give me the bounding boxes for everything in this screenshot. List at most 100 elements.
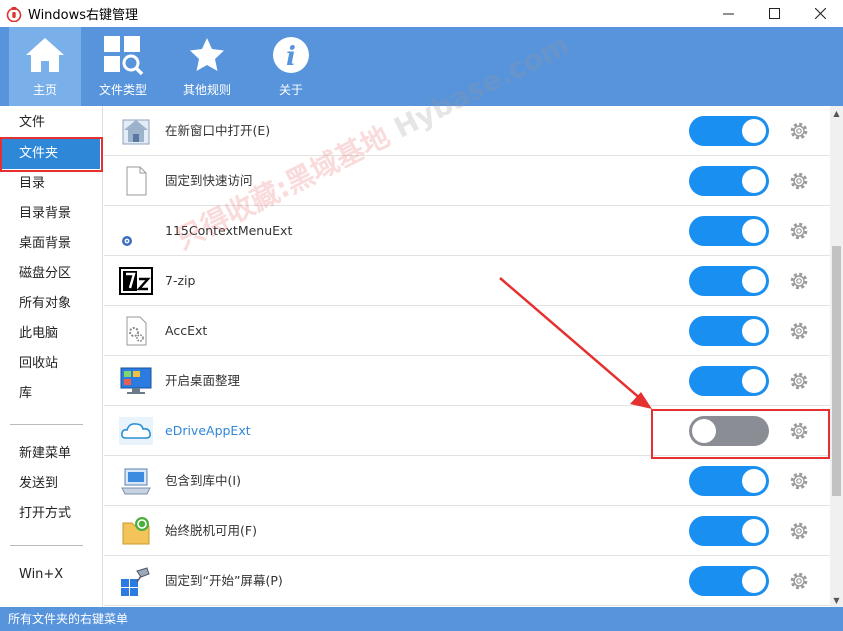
enable-toggle[interactable] [689,466,769,496]
minimize-button[interactable] [705,0,751,27]
toggle-knob [692,419,716,443]
list-item: 在新窗口中打开(E) [104,106,830,156]
maximize-button[interactable] [751,0,797,27]
tab-about-label: 关于 [278,83,303,97]
title-bar: Windows右键管理 [0,0,843,27]
sidebar-item-new-menu[interactable]: 新建菜单 [0,439,103,469]
sidebar-item-open-with[interactable]: 打开方式 [0,499,103,529]
item-label: eDriveAppExt [165,423,251,438]
toggle-knob [742,119,766,143]
enable-toggle[interactable] [689,366,769,396]
item-label: 开启桌面整理 [165,373,241,388]
svg-text:i: i [286,42,296,72]
status-bar: 所有文件夹的右键菜单 [0,607,843,631]
context-menu-list: 在新窗口中打开(E) 固定到快速访问 115ContextMenuExt 7-z… [104,106,830,607]
close-icon [814,8,826,19]
enable-toggle[interactable] [689,416,769,446]
house-window-icon [122,119,150,145]
sidebar-divider [10,545,83,546]
info-icon: i [273,37,309,73]
gear-icon[interactable] [788,520,810,542]
list-item: 包含到库中(I) [104,456,830,506]
tab-about[interactable]: i 关于 [249,27,333,106]
gear-icon[interactable] [788,220,810,242]
blank-file-icon [126,166,147,196]
sidebar-item-send-to[interactable]: 发送到 [0,469,103,499]
list-item: 固定到快速访问 [104,156,830,206]
toggle-knob [742,469,766,493]
enable-toggle[interactable] [689,566,769,596]
library-icon [121,468,151,495]
item-label: AccExt [165,323,208,338]
item-label: 固定到“开始”屏幕(P) [165,573,283,588]
sidebar-item-folder[interactable]: 文件夹 [2,139,100,169]
main-toolbar: 主页 文件类型 其他规则 i 关于 [0,27,843,106]
item-label: 包含到库中(I) [165,473,241,488]
enable-toggle[interactable] [689,316,769,346]
tab-file-types[interactable]: 文件类型 [81,27,165,106]
toggle-knob [742,319,766,343]
sidebar-item-disk-partition[interactable]: 磁盘分区 [0,259,103,289]
sidebar-item-library[interactable]: 库 [0,379,103,409]
list-item: 始终脱机可用(F) [104,506,830,556]
enable-toggle[interactable] [689,166,769,196]
item-label: 固定到快速访问 [165,173,253,188]
scroll-thumb[interactable] [832,246,841,496]
window-title: Windows右键管理 [28,8,139,23]
list-item: eDriveAppExt [104,406,830,456]
tab-home-label: 主页 [32,83,57,97]
gear-icon[interactable] [788,570,810,592]
tab-file-types-label: 文件类型 [98,83,147,97]
gear-icon[interactable] [788,270,810,292]
toggle-knob [742,519,766,543]
enable-toggle[interactable] [689,216,769,246]
enable-toggle[interactable] [689,266,769,296]
list-item: AccExt [104,306,830,356]
item-label: 115ContextMenuExt [165,223,293,238]
monitor-icon [120,367,152,394]
list-item: 7-zip [104,256,830,306]
cloud-icon [119,417,153,445]
toggle-knob [742,369,766,393]
home-icon [26,38,64,72]
7zip-icon [119,267,153,295]
star-icon [190,38,224,71]
vertical-scrollbar[interactable]: ▲ ▼ [830,106,843,607]
sidebar-item-desktop-background[interactable]: 桌面背景 [0,229,103,259]
gear-icon[interactable] [788,320,810,342]
tab-home[interactable]: 主页 [9,27,81,106]
sidebar-item-directory-background[interactable]: 目录背景 [0,199,103,229]
small-disc-icon [122,236,132,246]
gear-icon[interactable] [788,470,810,492]
enable-toggle[interactable] [689,116,769,146]
item-label: 7-zip [165,273,196,288]
gear-icon[interactable] [788,370,810,392]
close-button[interactable] [797,0,843,27]
sync-folder-icon [122,517,150,545]
gear-icon[interactable] [788,420,810,442]
gear-icon[interactable] [788,170,810,192]
pin-start-icon [121,567,150,596]
scroll-up-icon[interactable]: ▲ [830,106,843,120]
toggle-knob [742,169,766,193]
sidebar-divider [10,424,83,425]
toggle-knob [742,219,766,243]
toggle-knob [742,269,766,293]
enable-toggle[interactable] [689,516,769,546]
minimize-icon [722,13,734,15]
sidebar-item-file[interactable]: 文件 [0,108,103,138]
sidebar-item-this-pc[interactable]: 此电脑 [0,319,103,349]
list-item: 开启桌面整理 [104,356,830,406]
tab-other-rules[interactable]: 其他规则 [165,27,249,106]
list-item: 固定到“开始”屏幕(P) [104,556,830,606]
gear-icon[interactable] [788,120,810,142]
gear-file-icon [126,316,147,346]
sidebar-item-win-x[interactable]: Win+X [0,560,103,590]
maximize-icon [768,8,780,19]
sidebar-item-recycle-bin[interactable]: 回收站 [0,349,103,379]
item-label: 始终脱机可用(F) [165,523,257,538]
item-label: 在新窗口中打开(E) [165,123,271,138]
sidebar-item-directory[interactable]: 目录 [0,169,103,199]
sidebar-item-all-objects[interactable]: 所有对象 [0,289,103,319]
scroll-down-icon[interactable]: ▼ [830,593,843,607]
